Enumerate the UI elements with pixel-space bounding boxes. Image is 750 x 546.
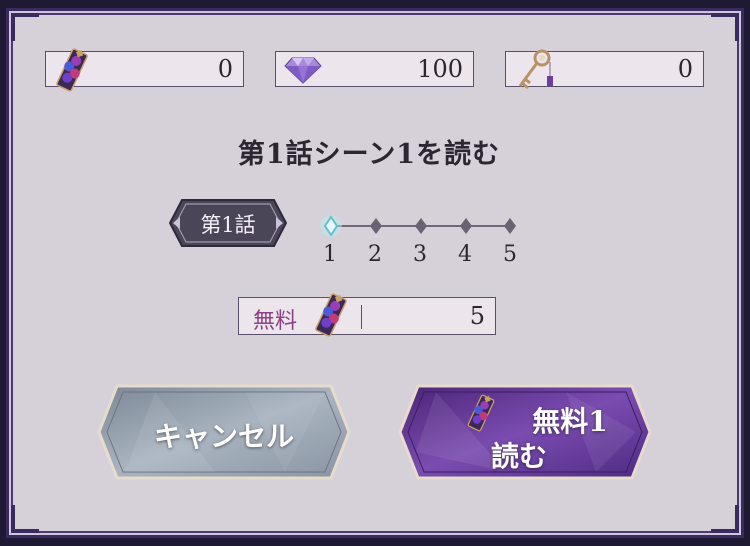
scene-number: 4 (458, 242, 472, 267)
episode-badge: 第1話 (168, 198, 288, 248)
scene-node-1[interactable] (318, 213, 344, 239)
scene-node-2[interactable] (367, 217, 385, 235)
read-button-line1: 無料1 (532, 405, 608, 438)
cancel-button[interactable]: キャンセル (95, 382, 353, 482)
scene-number: 3 (413, 242, 427, 267)
key-count: 0 (677, 55, 693, 83)
gem-counter: 100 (275, 51, 474, 87)
ticket-counter: 0 (45, 48, 244, 92)
scene-node-5[interactable] (501, 217, 519, 235)
scene-node-3[interactable] (412, 217, 430, 235)
scene-selector: 1 2 3 4 5 (305, 200, 545, 270)
ticket-count: 0 (217, 55, 233, 83)
frame-corner (711, 505, 739, 533)
scene-node-4[interactable] (457, 217, 475, 235)
divider (361, 305, 362, 329)
frame-corner (711, 13, 739, 41)
cost-display: 無料 5 (238, 293, 496, 337)
read-button-line2: 読む (490, 440, 547, 473)
dialog-title: 第1話シーン1を読む (237, 139, 501, 170)
key-counter: 0 (505, 49, 704, 90)
gem-count: 100 (417, 55, 463, 83)
scene-number: 5 (503, 242, 517, 267)
frame-corner (11, 505, 39, 533)
scene-number: 1 (323, 242, 337, 267)
frame-corner (11, 13, 39, 41)
bouquet-ticket-icon (311, 290, 351, 344)
scene-number: 2 (368, 242, 382, 267)
read-free-button[interactable]: 無料1 読む (396, 382, 654, 482)
episode-label: 第1話 (200, 213, 256, 237)
purple-diamond-icon (284, 56, 322, 88)
ornate-key-icon (512, 46, 556, 100)
free-label: 無料 (253, 309, 298, 334)
bouquet-ticket-icon (52, 46, 92, 98)
cancel-label: キャンセル (153, 420, 294, 453)
cost-value: 5 (469, 302, 485, 330)
